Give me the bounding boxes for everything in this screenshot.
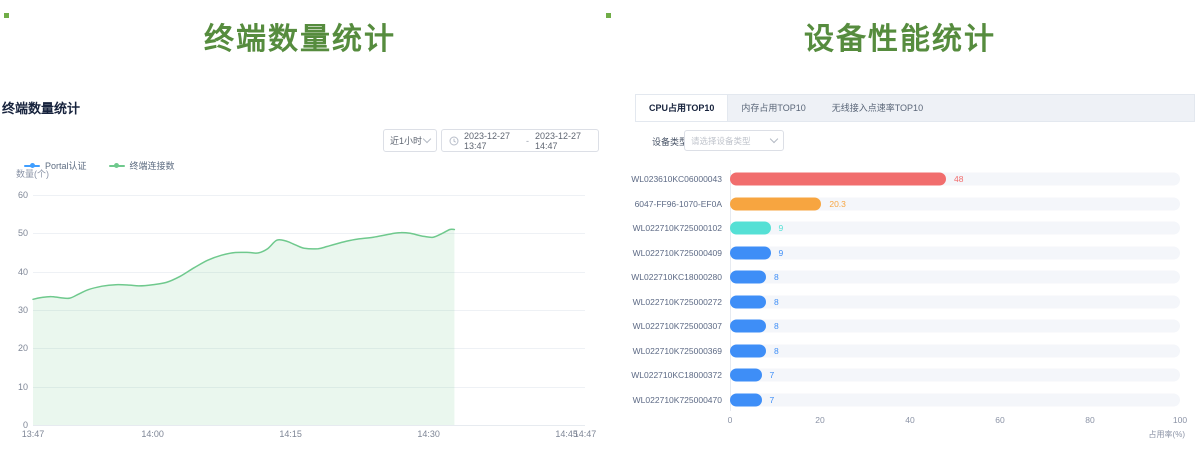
x-tick-label: 14:15	[279, 429, 302, 439]
bar	[730, 344, 766, 357]
bar-value-label: 20.3	[829, 199, 846, 209]
legend-line-dot-icon	[109, 165, 125, 167]
bar	[730, 222, 771, 235]
device-type-placeholder: 请选择设备类型	[691, 135, 751, 147]
gridline	[33, 387, 585, 388]
device-type-label: 设备类型	[652, 135, 688, 148]
bar	[730, 295, 766, 308]
tab-memory-top10[interactable]: 内存占用TOP10	[728, 95, 818, 121]
bar-value-label: 7	[770, 395, 775, 405]
bar-value-label: 8	[774, 272, 779, 282]
bar-category-label: WL023610KC06000043	[630, 174, 722, 184]
legend-item[interactable]: 终端连接数	[109, 159, 175, 172]
bar-value-label: 48	[954, 174, 963, 184]
x-tick-label: 40	[905, 415, 914, 425]
time-range-value: 近1小时	[390, 134, 422, 147]
bar-track	[730, 320, 1180, 333]
date-range-picker[interactable]: 2023-12-27 13:47 - 2023-12-27 14:47	[441, 129, 599, 152]
tab-ap-rate-top10[interactable]: 无线接入点速率TOP10	[819, 95, 936, 121]
legend-label: Portal认证	[45, 159, 87, 172]
date-range-end: 2023-12-27 14:47	[535, 131, 591, 151]
bar-track	[730, 369, 1180, 382]
bar-track	[730, 246, 1180, 259]
left-slide-heading: 终端数量统计	[0, 14, 600, 58]
bar-category-label: WL022710KC18000280	[630, 272, 722, 282]
y-tick-label: 40	[6, 267, 28, 277]
date-range-separator: -	[526, 136, 529, 146]
device-type-select[interactable]: 请选择设备类型	[684, 130, 784, 151]
chevron-down-icon	[423, 135, 431, 143]
y-tick-label: 10	[6, 382, 28, 392]
gridline	[33, 425, 585, 426]
bar-value-label: 9	[779, 223, 784, 233]
performance-tabbar: CPU占用TOP10内存占用TOP10无线接入点速率TOP10	[635, 94, 1195, 122]
gridline	[33, 310, 585, 311]
x-tick-label: 20	[815, 415, 824, 425]
gridline	[33, 348, 585, 349]
bar-category-label: WL022710KC18000372	[630, 370, 722, 380]
bar-category-label: WL022710K725000369	[630, 346, 722, 356]
bar-category-label: WL022710K725000272	[630, 297, 722, 307]
bar	[730, 369, 762, 382]
bar-category-label: 6047-FF96-1070-EF0A	[630, 199, 722, 209]
bar-value-label: 7	[770, 370, 775, 380]
terminal-chart-title: 终端数量统计	[2, 98, 80, 117]
y-tick-label: 30	[6, 305, 28, 315]
gridline	[33, 195, 585, 196]
bar-value-label: 8	[774, 346, 779, 356]
bar-track	[730, 222, 1180, 235]
gridline	[33, 233, 585, 234]
gridline	[33, 272, 585, 273]
bar	[730, 197, 821, 210]
bar-category-label: WL022710K725000470	[630, 395, 722, 405]
y-tick-label: 60	[6, 190, 28, 200]
bar-value-label: 8	[774, 297, 779, 307]
x-tick-label: 14:00	[141, 429, 164, 439]
x-tick-label: 60	[995, 415, 1004, 425]
bar-category-label: WL022710K725000307	[630, 321, 722, 331]
bar	[730, 393, 762, 406]
bar	[730, 320, 766, 333]
bar-track	[730, 344, 1180, 357]
x-tick-label: 14:30	[417, 429, 440, 439]
bar-track	[730, 295, 1180, 308]
right-slide-heading: 设备性能统计	[600, 14, 1200, 58]
dashboard: 终端数量统计 终端数量统计 近1小时 2023-12-27 13:47 - 20…	[0, 0, 1200, 456]
clock-icon	[449, 136, 459, 146]
legend-label: 终端连接数	[130, 159, 175, 172]
x-tick-label: 14:47	[574, 429, 597, 439]
bar-category-label: WL022710K725000409	[630, 248, 722, 258]
y-tick-label: 20	[6, 343, 28, 353]
bar	[730, 271, 766, 284]
x-tick-label: 0	[728, 415, 733, 425]
x-tick-label: 13:47	[22, 429, 45, 439]
bar-track	[730, 393, 1180, 406]
bar	[730, 246, 771, 259]
area-fill	[33, 229, 454, 425]
y-axis-title: 数量(个)	[16, 167, 49, 180]
tab-cpu-top10[interactable]: CPU占用TOP10	[636, 95, 728, 121]
bar	[730, 173, 946, 186]
date-range-start: 2023-12-27 13:47	[464, 131, 520, 151]
x-tick-label: 100	[1173, 415, 1187, 425]
bar-value-label: 8	[774, 321, 779, 331]
bar-value-label: 9	[779, 248, 784, 258]
time-range-select[interactable]: 近1小时	[383, 129, 437, 152]
x-axis-title: 占用率(%)	[1095, 429, 1185, 440]
bar-category-label: WL022710K725000102	[630, 223, 722, 233]
chevron-down-icon	[770, 135, 778, 143]
bar-track	[730, 271, 1180, 284]
x-tick-label: 80	[1085, 415, 1094, 425]
y-tick-label: 50	[6, 228, 28, 238]
series-line	[33, 229, 454, 299]
